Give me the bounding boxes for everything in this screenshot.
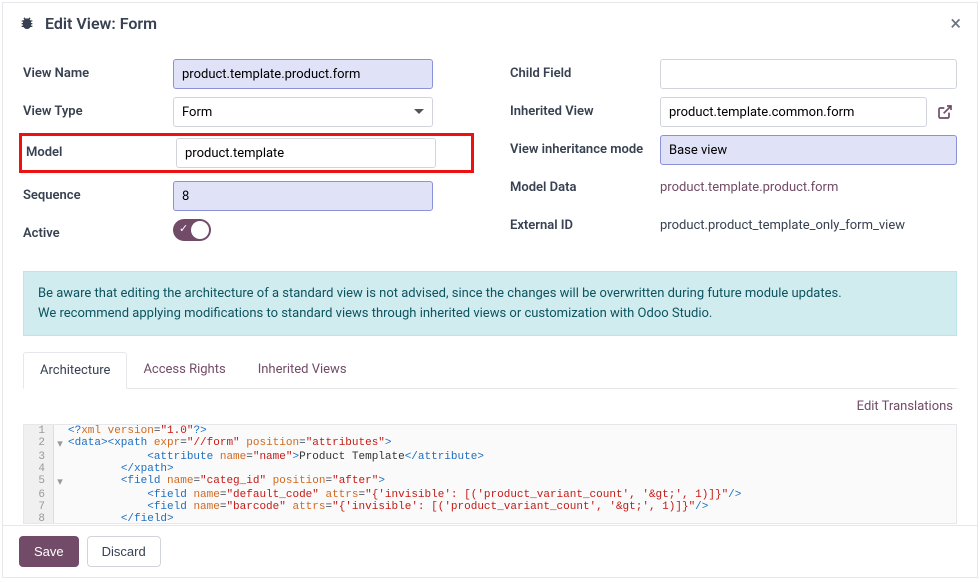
tabs-bar: Architecture Access Rights Inherited Vie…	[23, 352, 957, 389]
modal-footer: Save Discard	[3, 525, 977, 577]
label-active: Active	[23, 219, 173, 241]
label-model: Model	[26, 138, 176, 160]
edit-translations-link[interactable]: Edit Translations	[23, 389, 957, 424]
left-column: View Name View Type Form Model Sequence	[23, 59, 470, 257]
label-view-name: View Name	[23, 59, 173, 81]
discard-button[interactable]: Discard	[87, 536, 161, 567]
label-model-data: Model Data	[510, 173, 660, 195]
child-field-input[interactable]	[660, 59, 957, 89]
tab-architecture[interactable]: Architecture	[23, 352, 127, 389]
save-button[interactable]: Save	[19, 536, 79, 567]
view-type-select[interactable]: Form	[173, 97, 433, 127]
label-sequence: Sequence	[23, 181, 173, 203]
model-input[interactable]	[176, 138, 436, 168]
tab-access-rights[interactable]: Access Rights	[127, 352, 241, 388]
inherit-mode-select[interactable]: Base view	[660, 135, 957, 165]
label-external-id: External ID	[510, 211, 660, 233]
bug-icon	[19, 15, 35, 31]
code-editor[interactable]: 1 <?xml version="1.0"?> 2▾<data><xpath e…	[23, 424, 957, 524]
modal-header: Edit View: Form ×	[3, 3, 977, 43]
alert-line-1: Be aware that editing the architecture o…	[38, 284, 942, 304]
model-data-link[interactable]: product.template.product.form	[660, 173, 838, 195]
right-column: Child Field Inherited View View inherita…	[510, 59, 957, 257]
modal-root: Edit View: Form × View Name View Type Fo…	[2, 2, 978, 578]
sequence-input[interactable]	[173, 181, 433, 211]
label-inherit-mode: View inheritance mode	[510, 135, 660, 159]
tab-inherited-views[interactable]: Inherited Views	[242, 352, 363, 388]
modal-title: Edit View: Form	[45, 14, 157, 33]
external-link-icon[interactable]	[933, 100, 957, 124]
label-child-field: Child Field	[510, 59, 660, 81]
model-highlight-box: Model	[19, 133, 474, 173]
alert-line-2: We recommend applying modifications to s…	[38, 304, 942, 324]
active-toggle[interactable]	[173, 219, 211, 241]
view-name-input[interactable]	[173, 59, 433, 89]
close-icon[interactable]: ×	[950, 13, 961, 33]
inherited-view-input[interactable]	[660, 97, 927, 127]
external-id-text: product.product_template_only_form_view	[660, 211, 905, 233]
label-view-type: View Type	[23, 97, 173, 119]
label-inherited-view: Inherited View	[510, 97, 660, 119]
warning-alert: Be aware that editing the architecture o…	[23, 271, 957, 336]
modal-body: View Name View Type Form Model Sequence	[3, 43, 977, 525]
